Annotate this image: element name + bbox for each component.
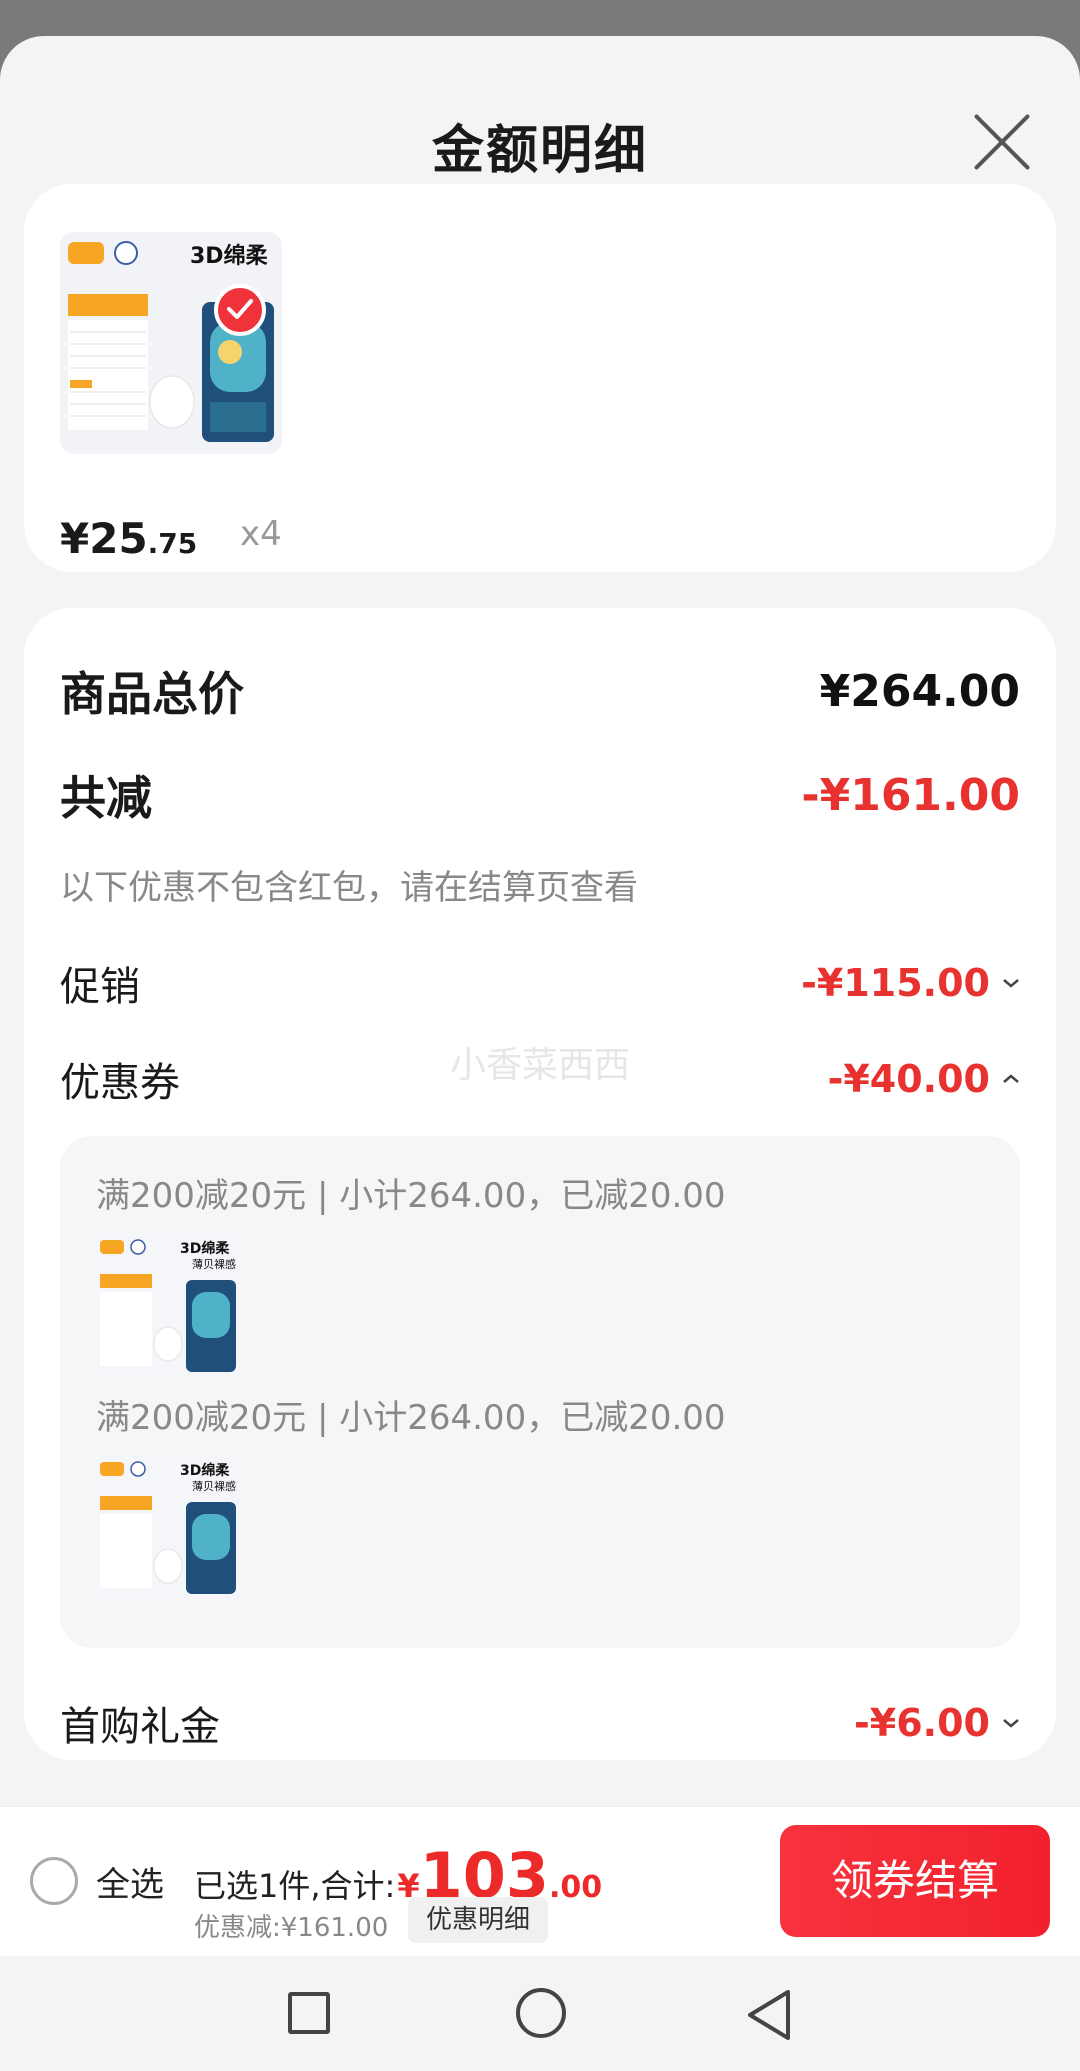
price-integer: ¥25 xyxy=(60,514,148,563)
back-icon[interactable] xyxy=(744,1988,794,2042)
recent-apps-icon[interactable] xyxy=(288,1992,330,2034)
coupon-value: -¥40.00 xyxy=(827,1057,990,1101)
reduction-note: 以下优惠不包含红包，请在结算页查看 xyxy=(60,868,638,908)
coupon-detail-box: 满200减20元 | 小计264.00，已减20.00 3D绵柔 薄贝裸感 满2… xyxy=(60,1136,1020,1648)
coupon-line-1: 满200减20元 | 小计264.00，已减20.00 xyxy=(96,1176,726,1216)
total-reduction-label: 共减 xyxy=(60,771,152,825)
sheet-title: 金额明细 xyxy=(431,121,648,181)
details-card: 商品总价 ¥264.00 共减 -¥161.00 以下优惠不包含红包，请在结算页… xyxy=(24,608,1056,1760)
coupon-label: 优惠券 xyxy=(60,1060,180,1106)
discount-detail-button[interactable]: 优惠明细 xyxy=(408,1897,549,1943)
selected-check-icon[interactable] xyxy=(214,284,266,336)
promo-row[interactable]: 促销 -¥115.00 xyxy=(60,954,1020,1012)
first-purchase-row[interactable]: 首购礼金 -¥6.00 xyxy=(60,1694,1020,1752)
thumbnail-title: 3D绵柔 xyxy=(190,244,268,269)
promo-label: 促销 xyxy=(60,964,140,1010)
total-price-value: ¥264.00 xyxy=(819,665,1020,717)
coupon-row[interactable]: 优惠券 -¥40.00 xyxy=(60,1050,1020,1108)
coupon-amount: -¥40.00 xyxy=(828,1057,1020,1101)
discount-summary: 优惠减:¥161.00 xyxy=(194,1913,389,1943)
total-price-label: 商品总价 xyxy=(60,667,244,721)
select-all-label[interactable]: 全选 xyxy=(96,1857,164,1906)
product-price: ¥25.75 xyxy=(60,514,197,563)
price-decimal: .75 xyxy=(147,527,198,560)
product-quantity: x4 xyxy=(240,514,282,554)
checkout-button[interactable]: 领券结算 xyxy=(780,1825,1050,1937)
home-icon[interactable] xyxy=(516,1988,566,2038)
chevron-up-icon xyxy=(1003,1074,1019,1083)
total-reduction-row: 共减 -¥161.00 xyxy=(60,762,1020,828)
promo-value: -¥115.00 xyxy=(801,961,990,1005)
first-purchase-label: 首购礼金 xyxy=(60,1704,220,1750)
coupon-thumb-subtitle-2: 薄贝裸感 xyxy=(192,1480,236,1493)
first-purchase-amount: -¥6.00 xyxy=(854,1701,1020,1745)
product-thumbnail[interactable]: 3D绵柔 xyxy=(60,232,282,454)
select-all-radio[interactable] xyxy=(30,1857,78,1905)
first-purchase-value: -¥6.00 xyxy=(854,1701,990,1745)
coupon-thumb-title-2: 3D绵柔 xyxy=(180,1463,230,1479)
chevron-down-icon xyxy=(1003,979,1019,988)
coupon-line-2: 满200减20元 | 小计264.00，已减20.00 xyxy=(96,1398,726,1438)
total-price-row: 商品总价 ¥264.00 xyxy=(60,658,1020,724)
total-reduction-value: -¥161.00 xyxy=(801,769,1020,821)
chevron-down-icon xyxy=(1003,1719,1019,1728)
coupon-thumb-subtitle-1: 薄贝裸感 xyxy=(192,1258,236,1271)
product-card: 3D绵柔 ¥25.75 x4 xyxy=(24,184,1056,572)
coupon-product-thumb-2[interactable]: 3D绵柔 薄贝裸感 xyxy=(96,1456,240,1600)
selected-count-text: 已选1件,合计: xyxy=(194,1867,396,1905)
amount-detail-sheet: 金额明细 3D绵柔 ¥25.75 x4 商品总价 ¥264.00 共减 -¥16… xyxy=(0,36,1080,1956)
close-icon[interactable] xyxy=(972,112,1032,172)
promo-amount: -¥115.00 xyxy=(801,961,1020,1005)
coupon-product-thumb-1[interactable]: 3D绵柔 薄贝裸感 xyxy=(96,1234,240,1378)
system-nav-bar xyxy=(0,1956,1080,2071)
total-decimal: .00 xyxy=(549,1870,603,1905)
coupon-thumb-title-1: 3D绵柔 xyxy=(180,1241,230,1257)
checkout-bar: 全选 已选1件,合计: ¥ 103 .00 优惠减:¥161.00 优惠明细 领… xyxy=(0,1806,1080,1956)
